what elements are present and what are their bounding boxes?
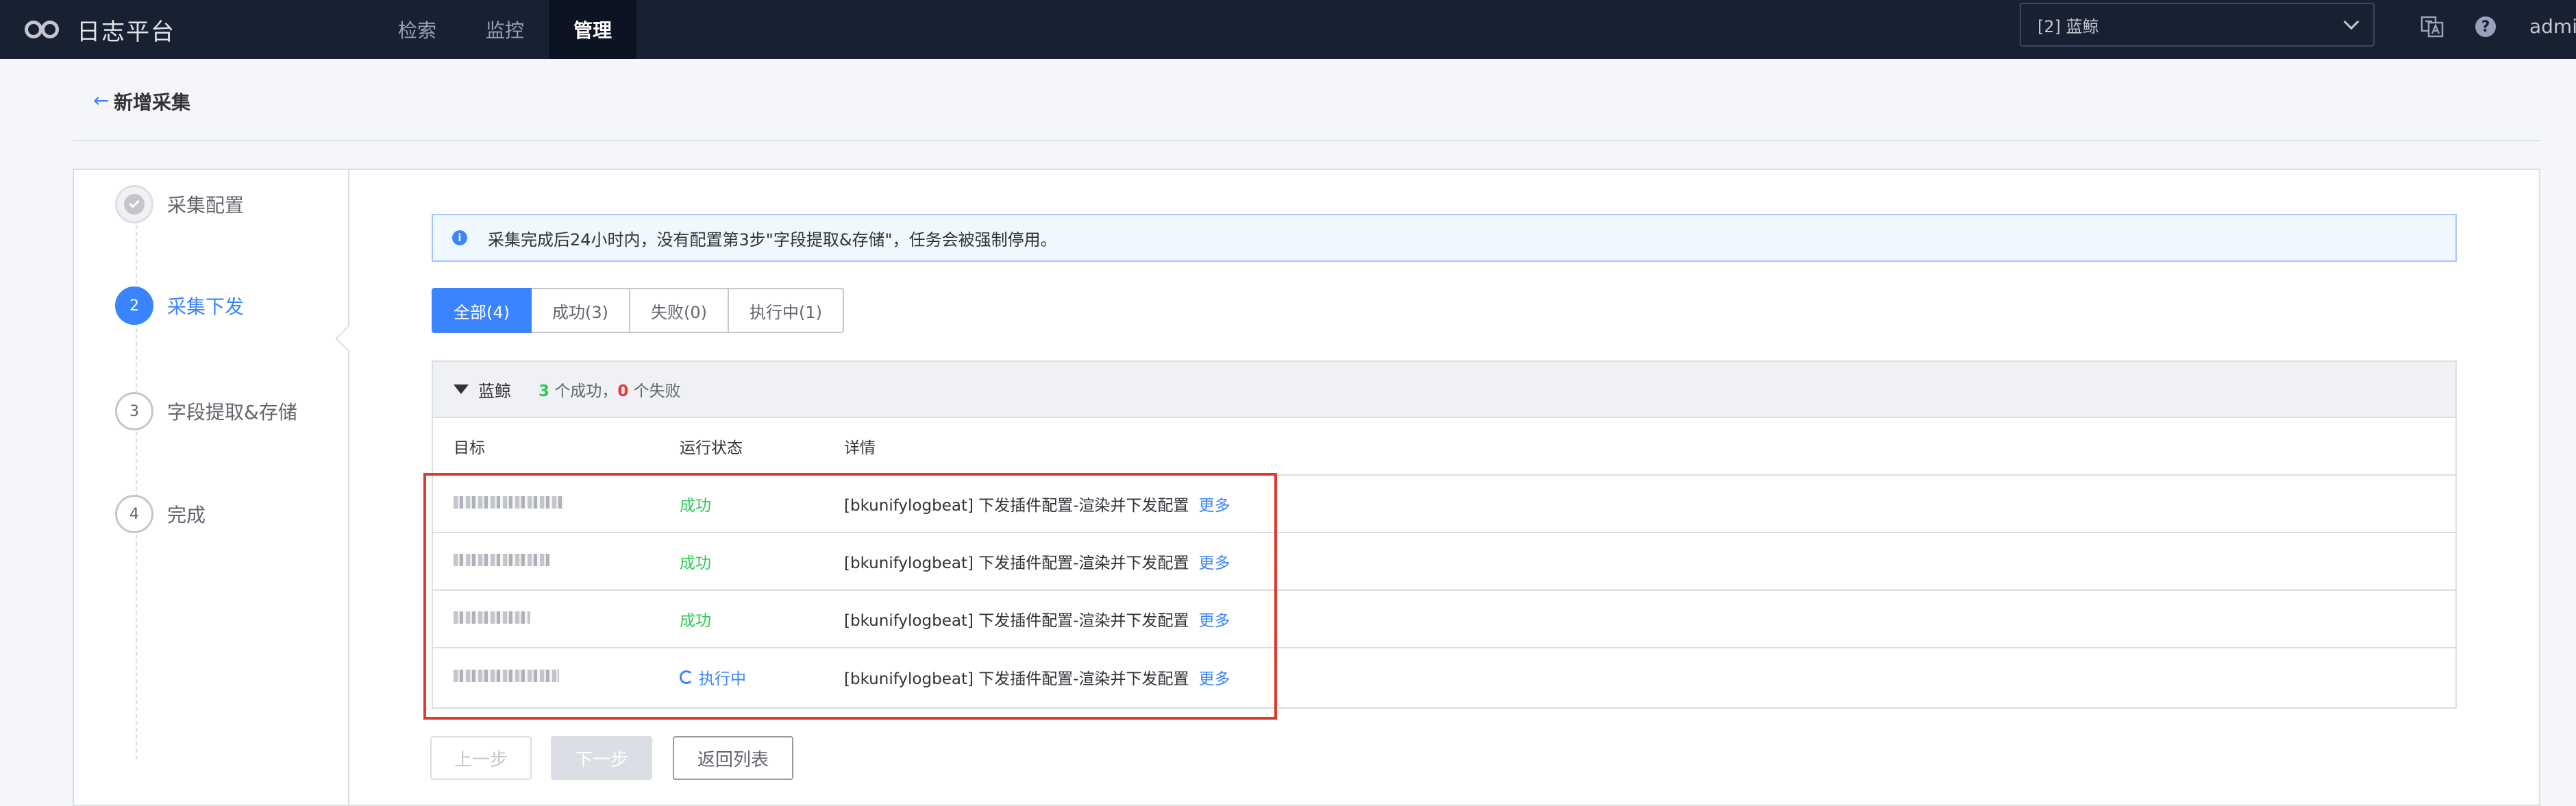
caret-down-icon [454, 384, 469, 394]
fail-count: 0 [617, 382, 629, 400]
step-label: 完成 [167, 504, 206, 526]
masked-target-ip [454, 496, 565, 509]
tab-failed[interactable]: 失败(0) [629, 288, 729, 333]
step-number: 4 [115, 495, 153, 533]
success-count: 3 [538, 382, 550, 400]
info-icon: i [452, 230, 467, 245]
page-title: 新增采集 [114, 91, 191, 114]
table-row: 成功 [bkunifylogbeat] 下发插件配置-渲染并下发配置 更多 [433, 533, 2455, 591]
more-link[interactable]: 更多 [1199, 670, 1230, 688]
nav-item-manage[interactable]: 管理 [549, 0, 637, 59]
row-status: 执行中 [699, 670, 746, 688]
row-detail: [bkunifylogbeat] 下发插件配置-渲染并下发配置 [844, 554, 1189, 572]
table-row: 成功 [bkunifylogbeat] 下发插件配置-渲染并下发配置 更多 [433, 591, 2455, 648]
header-detail: 详情 [844, 439, 876, 457]
top-navigation-bar: 日志平台 检索 监控 管理 [2] 蓝鲸 ? admin [0, 0, 2576, 59]
user-menu[interactable]: admin [2529, 15, 2576, 38]
group-name: 蓝鲸 [478, 381, 511, 401]
row-detail: [bkunifylogbeat] 下发插件配置-渲染并下发配置 [844, 612, 1189, 630]
chevron-down-icon [2343, 14, 2360, 30]
steps-sidebar: 采集配置 2 采集下发 3 字段提取&存储 4 完成 [74, 170, 349, 806]
status-filter-tabs: 全部(4) 成功(3) 失败(0) 执行中(1) [432, 288, 844, 333]
row-detail: [bkunifylogbeat] 下发插件配置-渲染并下发配置 [844, 670, 1189, 688]
step-collect-config[interactable]: 采集配置 [115, 185, 244, 223]
step-complete[interactable]: 4 完成 [115, 495, 206, 533]
step-label: 采集配置 [167, 194, 245, 217]
tab-success[interactable]: 成功(3) [530, 288, 630, 333]
page-header: ← 新增采集 [73, 59, 2540, 141]
row-status: 成功 [680, 554, 711, 572]
masked-target-ip [454, 670, 559, 682]
help-icon[interactable]: ? [2475, 16, 2496, 37]
more-link[interactable]: 更多 [1199, 612, 1230, 630]
prev-step-button[interactable]: 上一步 [430, 736, 532, 780]
step-label: 字段提取&存储 [167, 401, 297, 424]
app-title: 日志平台 [77, 18, 175, 46]
main-nav: 检索 监控 管理 [373, 0, 637, 59]
table-row: 执行中 [bkunifylogbeat] 下发插件配置-渲染并下发配置 更多 [433, 648, 2455, 706]
table-row: 成功 [bkunifylogbeat] 下发插件配置-渲染并下发配置 更多 [433, 476, 2455, 533]
row-detail: [bkunifylogbeat] 下发插件配置-渲染并下发配置 [844, 497, 1189, 515]
step-number: 3 [115, 392, 153, 430]
tab-running[interactable]: 执行中(1) [728, 288, 844, 333]
step-done-icon [115, 185, 153, 223]
header-status: 运行状态 [680, 439, 743, 457]
next-step-button[interactable]: 下一步 [551, 736, 652, 780]
row-status: 成功 [680, 612, 711, 630]
step-label: 采集下发 [167, 295, 245, 318]
back-arrow-icon[interactable]: ← [93, 89, 109, 112]
masked-target-ip [454, 554, 549, 566]
language-icon[interactable] [2420, 15, 2444, 38]
info-text: 采集完成后24小时内，没有配置第3步"字段提取&存储"，任务会被强制停用。 [488, 230, 1057, 249]
header-target: 目标 [454, 439, 485, 457]
row-status: 成功 [680, 497, 711, 515]
fail-suffix: 个失败 [628, 382, 681, 400]
back-to-list-button[interactable]: 返回列表 [673, 736, 793, 780]
logo-icon [25, 19, 62, 40]
table-header: 目标 运行状态 详情 [433, 418, 2455, 476]
nav-item-monitor[interactable]: 监控 [461, 0, 549, 59]
loading-icon [680, 670, 693, 684]
host-group-table: 蓝鲸 3 个成功，0 个失败 目标 运行状态 详情 成功 [bkunifylog… [432, 361, 2457, 709]
more-link[interactable]: 更多 [1199, 554, 1230, 572]
success-suffix: 个成功， [549, 382, 618, 400]
group-summary: 3 个成功，0 个失败 [538, 378, 681, 401]
step-field-extract[interactable]: 3 字段提取&存储 [115, 392, 297, 430]
step-collect-dispatch[interactable]: 2 采集下发 [115, 286, 244, 325]
business-select[interactable]: [2] 蓝鲸 [2020, 3, 2375, 47]
main-panel: 采集配置 2 采集下发 3 字段提取&存储 4 完成 i 采集完成后24小时内，… [73, 169, 2540, 806]
business-select-value: [2] 蓝鲸 [2038, 16, 2099, 36]
masked-target-ip [454, 611, 530, 624]
more-link[interactable]: 更多 [1199, 497, 1230, 515]
group-header[interactable]: 蓝鲸 3 个成功，0 个失败 [433, 362, 2455, 418]
step-number: 2 [115, 286, 153, 325]
nav-item-search[interactable]: 检索 [373, 0, 461, 59]
info-alert: i 采集完成后24小时内，没有配置第3步"字段提取&存储"，任务会被强制停用。 [432, 214, 2457, 262]
app-logo[interactable]: 日志平台 [25, 12, 175, 47]
tab-all[interactable]: 全部(4) [432, 288, 532, 333]
